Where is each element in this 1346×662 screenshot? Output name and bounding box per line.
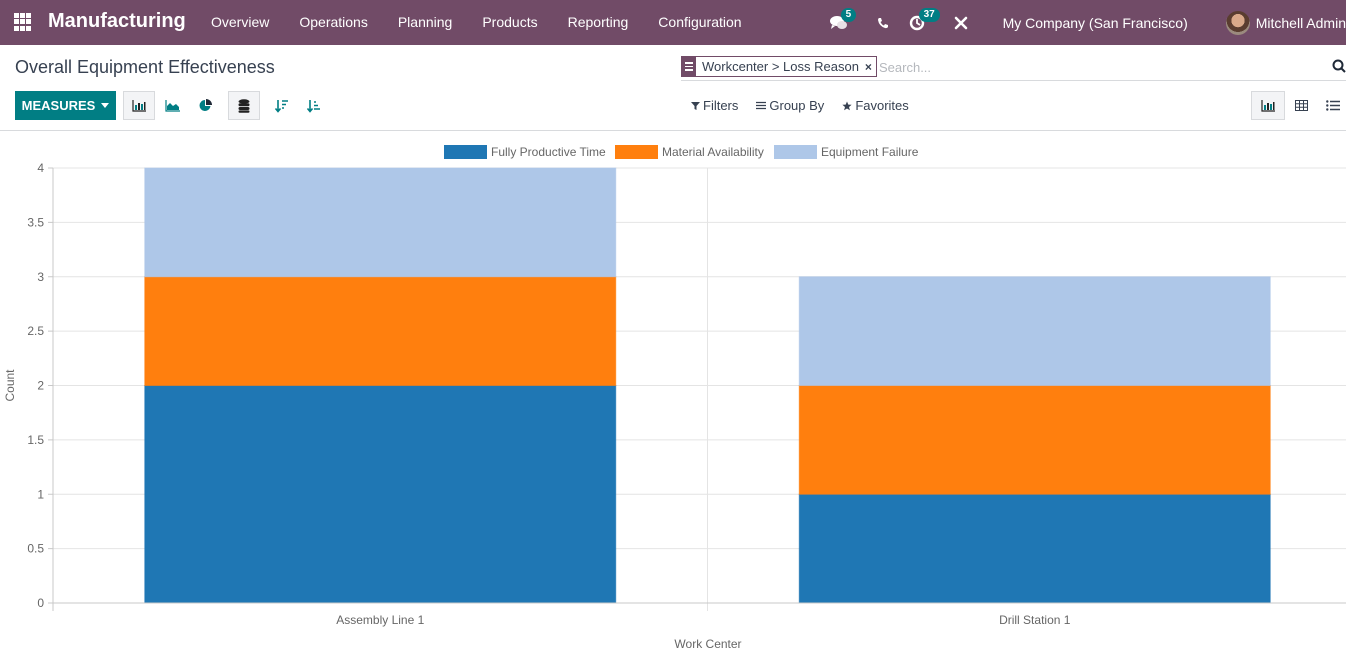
- menu-configuration[interactable]: Configuration: [643, 0, 756, 45]
- search-icon[interactable]: [1332, 59, 1346, 73]
- top-navbar: Manufacturing Overview Operations Planni…: [0, 0, 1346, 45]
- search-input[interactable]: [879, 57, 1319, 77]
- search-bar: Workcenter > Loss Reason ×: [681, 55, 1346, 81]
- activities-button[interactable]: 37: [907, 0, 940, 45]
- group-by-icon: [756, 101, 767, 110]
- graph-view-button[interactable]: [1251, 91, 1285, 120]
- menu-reporting[interactable]: Reporting: [553, 0, 644, 45]
- measures-button[interactable]: MEASURES: [15, 91, 116, 120]
- bar-segment: [144, 276, 617, 386]
- list-icon: [1326, 100, 1340, 111]
- graph-view-icon: [1261, 99, 1275, 112]
- sort-ascending-icon: [307, 99, 320, 113]
- filter-icon: [691, 102, 700, 110]
- favorites-label: Favorites: [855, 98, 909, 113]
- phone-button[interactable]: [873, 0, 893, 45]
- sort-ascending-button[interactable]: [298, 91, 330, 120]
- legend-label: Fully Productive Time: [491, 145, 606, 159]
- menu-products[interactable]: Products: [467, 0, 552, 45]
- group-by-facet-icon: [682, 57, 696, 76]
- bar-chart-button[interactable]: [123, 91, 155, 120]
- y-tick-label: 0: [37, 596, 44, 610]
- bar-chart-icon: [132, 99, 146, 112]
- y-tick-label: 3.5: [27, 215, 44, 229]
- y-tick-label: 4: [37, 161, 44, 175]
- apps-menu-icon[interactable]: [14, 13, 32, 31]
- caret-down-icon: [101, 103, 110, 108]
- menu-planning[interactable]: Planning: [383, 0, 468, 45]
- tools-icon: [954, 16, 967, 29]
- x-tick-label: Assembly Line 1: [336, 613, 424, 627]
- line-chart-button[interactable]: [156, 91, 188, 120]
- legend-swatch: [774, 145, 817, 159]
- list-view-button[interactable]: [1316, 91, 1346, 120]
- stacked-button[interactable]: [228, 91, 260, 120]
- y-tick-label: 1.5: [27, 433, 44, 447]
- favorites-toggle[interactable]: Favorites: [842, 98, 909, 113]
- bar-segment: [144, 385, 617, 604]
- legend-label: Material Availability: [662, 145, 764, 159]
- legend-swatch: [444, 145, 487, 159]
- star-icon: [842, 101, 852, 110]
- x-axis-title: Work Center: [674, 637, 741, 651]
- user-avatar[interactable]: [1225, 10, 1250, 35]
- stacked-bar-chart: Fully Productive Time Material Availabili…: [3, 145, 1346, 651]
- chart-legend: Fully Productive Time Material Availabili…: [444, 145, 919, 159]
- activities-badge: 37: [918, 8, 940, 22]
- pie-chart-button[interactable]: [189, 91, 221, 120]
- measures-label: MEASURES: [21, 98, 96, 113]
- company-switcher[interactable]: My Company (San Francisco): [1003, 15, 1188, 31]
- menu-overview[interactable]: Overview: [196, 0, 284, 45]
- phone-icon: [877, 17, 888, 28]
- y-tick-label: 2: [37, 379, 44, 393]
- bar-segment: [144, 167, 617, 278]
- pivot-view-button[interactable]: [1284, 91, 1318, 120]
- legend-swatch: [615, 145, 658, 159]
- y-tick-label: 3: [37, 270, 44, 284]
- table-icon: [1294, 100, 1308, 111]
- systray: 5 37 My Company (San Francisco) Mitchell…: [829, 0, 1346, 45]
- bar-segment: [798, 276, 1271, 386]
- search-facet[interactable]: Workcenter > Loss Reason ×: [681, 56, 877, 77]
- user-menu[interactable]: Mitchell Admin: [1256, 15, 1346, 31]
- sort-descending-button[interactable]: [266, 91, 298, 120]
- bar-segment: [798, 493, 1271, 604]
- y-tick-label: 1: [37, 487, 44, 501]
- main-menu: Overview Operations Planning Products Re…: [196, 0, 757, 45]
- group-by-toggle[interactable]: Group By: [756, 98, 824, 113]
- sort-descending-icon: [275, 99, 288, 113]
- y-tick-label: 2.5: [27, 324, 44, 338]
- pie-chart-icon: [199, 99, 212, 111]
- filters-toggle[interactable]: Filters: [691, 98, 738, 113]
- debug-tools-button[interactable]: [951, 0, 971, 45]
- facet-remove-icon[interactable]: ×: [865, 60, 876, 74]
- facet-label: Workcenter > Loss Reason: [702, 59, 859, 74]
- page-title: Overall Equipment Effectiveness: [15, 57, 275, 77]
- menu-operations[interactable]: Operations: [284, 0, 382, 45]
- messages-badge: 5: [840, 8, 857, 22]
- y-axis-title: Count: [3, 369, 17, 402]
- bar-segment: [798, 385, 1271, 495]
- legend-label: Equipment Failure: [821, 145, 919, 159]
- control-panel: Overall Equipment Effectiveness MEASURES…: [0, 45, 1346, 131]
- app-name[interactable]: Manufacturing: [48, 10, 186, 33]
- graph-view: Fully Productive Time Material Availabili…: [0, 132, 1346, 657]
- area-chart-icon: [164, 99, 180, 112]
- x-tick-label: Drill Station 1: [999, 613, 1071, 627]
- messages-button[interactable]: 5: [829, 0, 857, 45]
- filters-label: Filters: [703, 98, 739, 113]
- search-options: Filters Group By Favorites: [691, 98, 909, 113]
- database-stack-icon: [238, 98, 250, 113]
- group-by-label: Group By: [769, 98, 825, 113]
- y-tick-label: 0.5: [27, 542, 44, 556]
